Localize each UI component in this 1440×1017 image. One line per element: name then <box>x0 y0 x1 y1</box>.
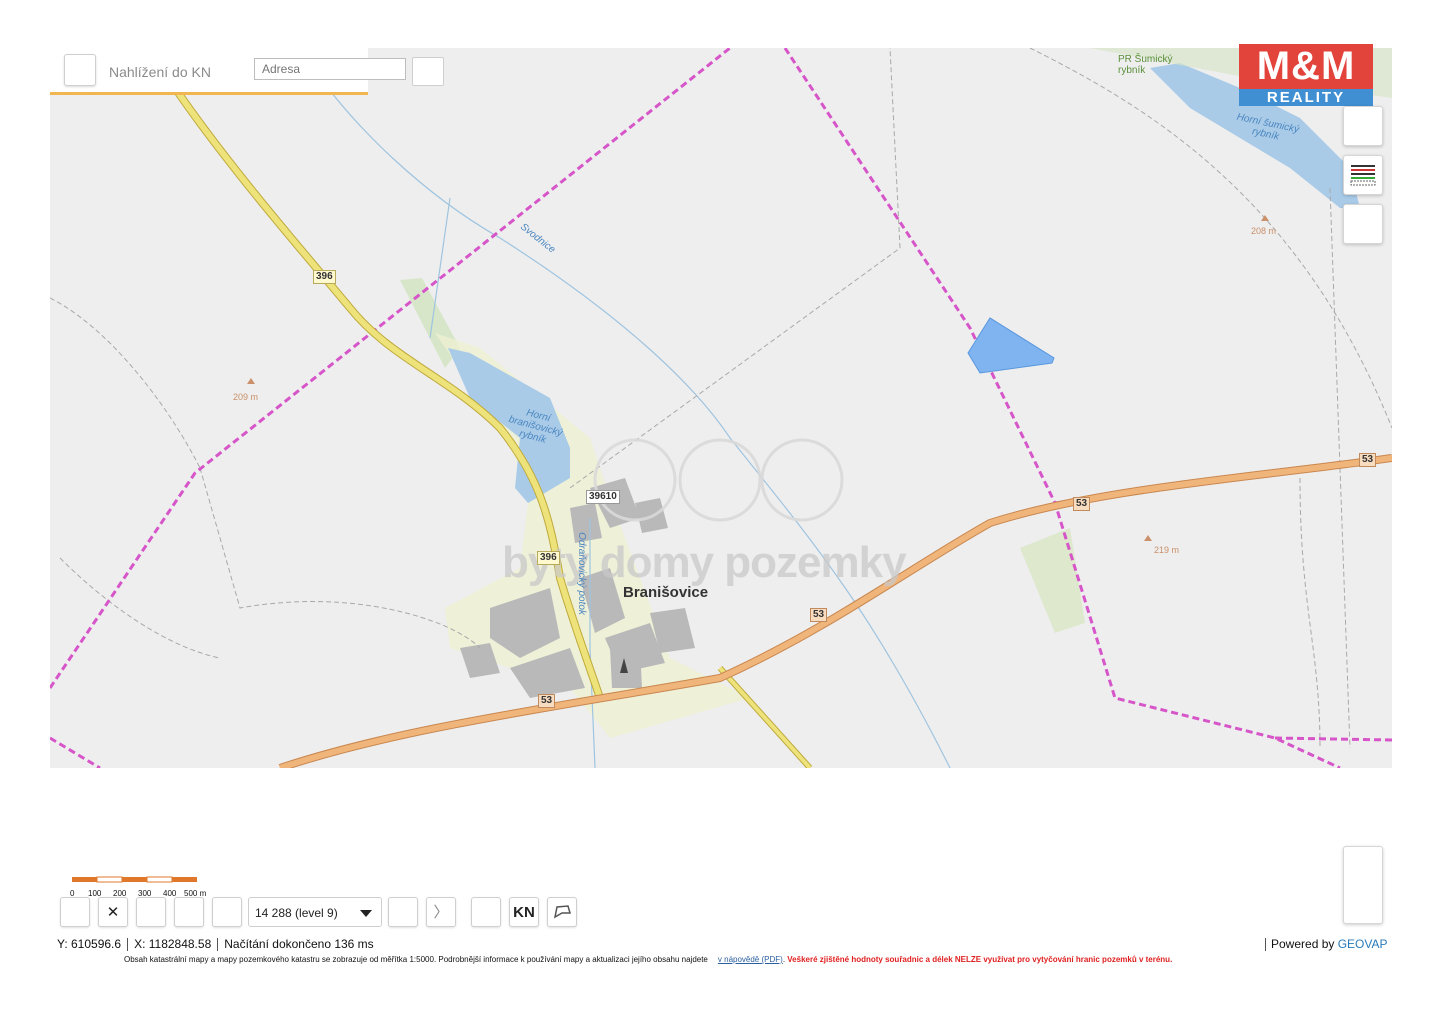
elevation-label: 208 m <box>1251 226 1277 236</box>
field-area <box>1020 528 1085 633</box>
chevron-down-icon <box>360 910 372 917</box>
map-tool-button-2[interactable] <box>1343 204 1383 244</box>
toolbar-button[interactable] <box>60 897 90 927</box>
footer-text: Obsah katastrální mapy a mapy pozemkovéh… <box>124 955 708 964</box>
zoom-level-value: 14 288 (level 9) <box>255 906 338 920</box>
map-tool-button[interactable] <box>1343 106 1383 146</box>
town-label: Branišovice <box>623 584 709 601</box>
toolbar-button[interactable] <box>388 897 418 927</box>
powered-by: Powered by GEOVAP <box>1265 937 1388 952</box>
cadastral-borders <box>50 48 1392 768</box>
stream-label-odranovicky: Odraňovický potok <box>575 532 587 615</box>
coord-x: X: 1182848.58 <box>134 937 212 951</box>
highlighted-parcel <box>967 317 1055 374</box>
elevation-label: 209 m <box>233 392 259 402</box>
next-button[interactable]: 〉 <box>426 897 456 927</box>
road-number-53: 53 <box>1073 497 1091 511</box>
road-number-53: 53 <box>1359 453 1377 467</box>
scale-bar-graphic <box>72 876 197 883</box>
powered-prefix: Powered by <box>1271 937 1335 951</box>
toolbar-button[interactable] <box>174 897 204 927</box>
layers-icon <box>1350 165 1376 186</box>
scale-bar: 0 100 200 300 400 500 m <box>70 871 220 899</box>
road-number-396: 396 <box>313 270 336 284</box>
reserve-label: PR Šumický rybník <box>1118 54 1173 76</box>
road-number-39610: 39610 <box>586 490 620 504</box>
help-pdf-link[interactable]: v nápovědě (PDF) <box>718 955 783 964</box>
toolbar-button[interactable] <box>136 897 166 927</box>
kn-button[interactable]: KN <box>509 897 539 927</box>
close-button[interactable]: ✕ <box>98 897 128 927</box>
footer-dot: . <box>782 955 786 964</box>
pin-icon <box>553 905 571 919</box>
logo-top-text: M&M <box>1239 44 1373 89</box>
pin-button[interactable] <box>547 897 577 927</box>
brand-logo: M&M REALITY <box>1239 44 1373 106</box>
status-bar: Y: 610596.6 X: 1182848.58 Načítání dokonče… <box>57 937 374 952</box>
map-canvas[interactable]: byty domy pozemky Branišovice Horní bran… <box>50 48 1392 768</box>
address-input[interactable] <box>254 58 406 80</box>
address-search-button[interactable] <box>412 57 444 86</box>
footer-warning: Veškeré zjištěné hodnoty souřadnic a dél… <box>787 955 1173 964</box>
road-number-53: 53 <box>538 694 556 708</box>
road-number-396: 396 <box>537 551 560 565</box>
logo-bottom-text: REALITY <box>1239 89 1373 106</box>
elevation-label: 219 m <box>1154 545 1180 555</box>
coord-y: Y: 610596.6 <box>57 937 122 951</box>
footer-notice: Obsah katastrální mapy a mapy pozemkovéh… <box>124 955 1172 964</box>
toolbar-button[interactable] <box>471 897 501 927</box>
watermark-text: byty domy pozemky <box>502 538 907 587</box>
road-number-53: 53 <box>810 608 828 622</box>
powered-brand-link[interactable]: GEOVAP <box>1338 937 1388 951</box>
zoom-level-select[interactable]: 14 288 (level 9) <box>248 897 382 927</box>
load-status: Načítání dokončeno 136 ms <box>224 937 374 951</box>
layers-button[interactable] <box>1343 155 1383 195</box>
side-panel-toggle[interactable] <box>1343 846 1383 924</box>
menu-button[interactable] <box>64 54 96 86</box>
map-base-layer <box>50 48 1392 768</box>
app-title: Nahlížení do KN <box>109 64 211 80</box>
toolbar-button[interactable] <box>212 897 242 927</box>
